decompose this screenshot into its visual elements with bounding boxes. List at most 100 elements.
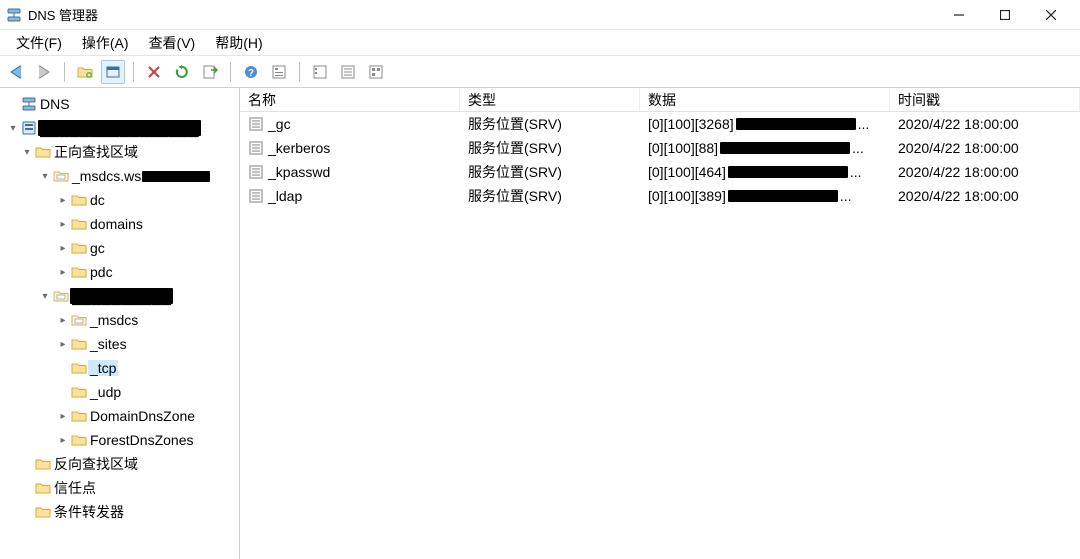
tree-msdcs-zone[interactable]: ▾ _msdcs.ws <box>0 164 239 188</box>
record-type: 服务位置(SRV) <box>460 186 640 206</box>
properties-button[interactable] <box>267 60 291 84</box>
tree-reverse-zones[interactable]: 反向查找区域 <box>0 452 239 476</box>
export-button[interactable] <box>198 60 222 84</box>
record-data-prefix: [0][100][3268] <box>648 116 734 132</box>
minimize-button[interactable] <box>936 0 982 30</box>
ellipsis-icon: ... <box>850 164 862 180</box>
chevron-right-icon[interactable]: ▸ <box>56 243 70 254</box>
tree-label: pdc <box>88 264 115 280</box>
tree-_udp[interactable]: _udp <box>0 380 239 404</box>
record-data-prefix: [0][100][389] <box>648 188 726 204</box>
refresh-button[interactable] <box>170 60 194 84</box>
menu-help[interactable]: 帮助(H) <box>205 31 272 55</box>
tree-domains[interactable]: ▸ domains <box>0 212 239 236</box>
window-title: DNS 管理器 <box>28 5 98 24</box>
tree-label: _udp <box>88 384 123 400</box>
folder-icon <box>34 504 52 520</box>
record-data-prefix: [0][100][88] <box>648 140 718 156</box>
record-type: 服务位置(SRV) <box>460 138 640 158</box>
view-small-button[interactable] <box>308 60 332 84</box>
view-list-button[interactable] <box>336 60 360 84</box>
chevron-down-icon[interactable]: ▾ <box>6 123 20 134</box>
chevron-right-icon[interactable]: ▸ <box>56 219 70 230</box>
tree-label: dc <box>88 192 107 208</box>
tree-gc[interactable]: ▸ gc <box>0 236 239 260</box>
help-button[interactable] <box>239 60 263 84</box>
zone-icon <box>52 288 70 304</box>
tree-label: _msdcs.ws <box>70 168 143 184</box>
chevron-right-icon[interactable]: ▸ <box>56 339 70 350</box>
tree-forward-zones[interactable]: ▾ 正向查找区域 <box>0 140 239 164</box>
record-row[interactable]: _kpasswd 服务位置(SRV) [0][100][464] ... 202… <box>240 160 1080 184</box>
menu-view[interactable]: 查看(V) <box>139 31 206 55</box>
tree-dc[interactable]: ▸ dc <box>0 188 239 212</box>
column-header-data[interactable]: 数据 <box>640 88 890 111</box>
record-row[interactable]: _ldap 服务位置(SRV) [0][100][389] ... 2020/4… <box>240 184 1080 208</box>
tree-trust-points[interactable]: 信任点 <box>0 476 239 500</box>
tree-conditional-forwarders[interactable]: 条件转发器 <box>0 500 239 524</box>
list-pane[interactable]: 名称 类型 数据 时间戳 _gc 服务位置(SRV) [0][100][3268… <box>240 88 1080 559</box>
chevron-down-icon[interactable]: ▾ <box>38 291 52 302</box>
tree-forest-dns-zones[interactable]: ▸ ForestDnsZones <box>0 428 239 452</box>
column-header-row: 名称 类型 数据 时间戳 <box>240 88 1080 112</box>
maximize-button[interactable] <box>982 0 1028 30</box>
tree-pdc[interactable]: ▸ pdc <box>0 260 239 284</box>
ellipsis-icon: ... <box>852 140 864 156</box>
chevron-right-icon[interactable]: ▸ <box>56 267 70 278</box>
column-header-timestamp[interactable]: 时间戳 <box>890 88 1080 111</box>
tree-pane[interactable]: DNS ▾ ████████████████ ▾ 正向查找区域 ▾ _msdcs… <box>0 88 240 559</box>
app-icon <box>6 7 22 23</box>
tree-_msdcs[interactable]: ▸ _msdcs <box>0 308 239 332</box>
chevron-right-icon[interactable]: ▸ <box>56 195 70 206</box>
record-row[interactable]: _gc 服务位置(SRV) [0][100][3268] ... 2020/4/… <box>240 112 1080 136</box>
server-icon <box>20 120 38 136</box>
menu-file[interactable]: 文件(F) <box>6 31 72 55</box>
tree-label: _sites <box>88 336 129 352</box>
record-timestamp: 2020/4/22 18:00:00 <box>890 140 1080 156</box>
column-header-name[interactable]: 名称 <box>240 88 460 111</box>
tree-_tcp[interactable]: _tcp <box>0 356 239 380</box>
record-timestamp: 2020/4/22 18:00:00 <box>890 116 1080 132</box>
chevron-right-icon[interactable]: ▸ <box>56 435 70 446</box>
toolbar-separator <box>64 62 65 82</box>
folder-icon <box>70 264 88 280</box>
workspace: DNS ▾ ████████████████ ▾ 正向查找区域 ▾ _msdcs… <box>0 88 1080 559</box>
record-type: 服务位置(SRV) <box>460 162 640 182</box>
tree-_sites[interactable]: ▸ _sites <box>0 332 239 356</box>
folder-icon <box>70 408 88 424</box>
show-tree-button[interactable] <box>101 60 125 84</box>
tree-label: ForestDnsZones <box>88 432 195 448</box>
chevron-down-icon[interactable]: ▾ <box>38 171 52 182</box>
tree-label: 信任点 <box>52 478 98 498</box>
tree-label-redacted: ████████████████ <box>38 120 201 136</box>
folder-icon <box>70 432 88 448</box>
toolbar <box>0 56 1080 88</box>
record-name: _kpasswd <box>268 164 330 180</box>
nav-forward-button[interactable] <box>32 60 56 84</box>
folder-icon <box>70 336 88 352</box>
chevron-right-icon[interactable]: ▸ <box>56 411 70 422</box>
tree-dns-root[interactable]: DNS <box>0 92 239 116</box>
ellipsis-icon: ... <box>840 188 852 204</box>
record-timestamp: 2020/4/22 18:00:00 <box>890 164 1080 180</box>
view-details-button[interactable] <box>364 60 388 84</box>
menu-action[interactable]: 操作(A) <box>72 31 139 55</box>
delete-button[interactable] <box>142 60 166 84</box>
new-folder-button[interactable] <box>73 60 97 84</box>
close-button[interactable] <box>1028 0 1074 30</box>
redacted-text <box>142 171 210 182</box>
tree-domain-dns-zones[interactable]: ▸ DomainDnsZone <box>0 404 239 428</box>
column-header-type[interactable]: 类型 <box>460 88 640 111</box>
folder-icon <box>70 216 88 232</box>
chevron-right-icon[interactable]: ▸ <box>56 315 70 326</box>
tree-zone2[interactable]: ▾ ██████████ <box>0 284 239 308</box>
menu-bar: 文件(F) 操作(A) 查看(V) 帮助(H) <box>0 30 1080 56</box>
ellipsis-icon: ... <box>858 116 870 132</box>
tree-server[interactable]: ▾ ████████████████ <box>0 116 239 140</box>
record-row[interactable]: _kerberos 服务位置(SRV) [0][100][88] ... 202… <box>240 136 1080 160</box>
nav-back-button[interactable] <box>4 60 28 84</box>
tree-label: domains <box>88 216 145 232</box>
folder-icon <box>70 384 88 400</box>
chevron-down-icon[interactable]: ▾ <box>20 147 34 158</box>
record-name: _ldap <box>268 188 302 204</box>
